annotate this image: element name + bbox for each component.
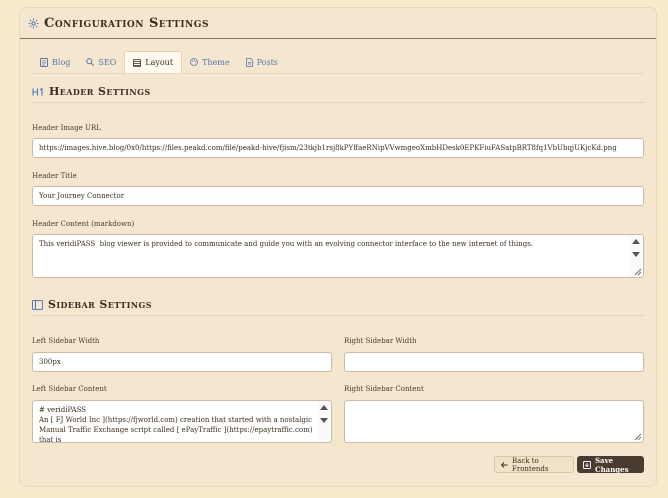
header-image-url-input[interactable]: https://images.hive.blog/0x0/https://fil…	[32, 138, 644, 158]
arrow-left-icon	[501, 461, 508, 468]
header-image-url-label: Header Image URL	[32, 124, 101, 132]
save-changes-button[interactable]: Save Changes	[577, 455, 644, 474]
header-title-input[interactable]: Your Journey Connector	[32, 186, 644, 206]
header-content-text: This veridiPASS blog viewer is provided …	[39, 240, 534, 248]
right-sidebar-width-label: Right Sidebar Width	[344, 337, 417, 345]
tab-seo[interactable]: SEO	[78, 51, 124, 73]
sidebar-icon	[32, 299, 43, 310]
header-content-textarea[interactable]: This veridiPASS blog viewer is provided …	[32, 234, 644, 278]
right-sidebar-content-textarea[interactable]	[344, 400, 644, 443]
tab-layout[interactable]: Layout	[124, 51, 183, 73]
scroll-down-arrow-icon[interactable]	[632, 252, 640, 257]
scroll-up-arrow-icon[interactable]	[320, 405, 328, 410]
sidebar-settings-title: Sidebar Settings	[48, 298, 152, 311]
tab-posts-label: Posts	[256, 57, 278, 67]
tab-blog-label: Blog	[52, 57, 71, 67]
left-sidebar-width-label: Left Sidebar Width	[32, 337, 100, 345]
tab-theme[interactable]: Theme	[182, 51, 238, 73]
back-to-frontends-label: Back to Frontends	[512, 456, 549, 473]
document-icon	[40, 57, 48, 67]
tabs-divider	[32, 73, 644, 74]
sidebar-settings-heading: Sidebar Settings	[32, 298, 152, 311]
tab-posts[interactable]: Posts	[238, 51, 286, 73]
back-to-frontends-button[interactable]: Back to Frontends	[494, 456, 574, 473]
search-icon	[86, 58, 95, 66]
tab-theme-label: Theme	[202, 57, 230, 67]
resize-handle-icon[interactable]	[634, 268, 642, 276]
resize-handle-icon[interactable]	[634, 433, 642, 441]
sidebar-settings-rule	[32, 315, 644, 316]
left-sidebar-content-textarea[interactable]: # veridiPASS An [ FJ World Inc ](https:/…	[32, 400, 332, 443]
header-title-label: Header Title	[32, 172, 77, 180]
save-icon	[583, 460, 591, 469]
page-title: Configuration Settings	[44, 15, 209, 31]
header-content-label: Header Content (markdown)	[32, 220, 135, 228]
header-settings-title: Header Settings	[49, 85, 151, 98]
save-changes-label: Save Changes	[595, 455, 629, 474]
layout-icon	[133, 58, 142, 67]
configuration-panel: Configuration Settings Blog SEO Layout T…	[20, 8, 656, 486]
heading-h1-icon	[32, 87, 44, 96]
tab-layout-label: Layout	[145, 58, 174, 67]
left-sidebar-content-label: Left Sidebar Content	[32, 385, 107, 393]
file-icon	[245, 57, 253, 67]
header-settings-heading: Header Settings	[32, 85, 151, 98]
right-sidebar-content-label: Right Sidebar Content	[344, 385, 424, 393]
scroll-up-arrow-icon[interactable]	[632, 239, 640, 244]
gear-icon	[28, 18, 39, 29]
palette-icon	[190, 58, 198, 66]
left-sidebar-scrollbar[interactable]	[318, 402, 330, 441]
header-settings-rule	[32, 102, 644, 103]
scroll-down-arrow-icon[interactable]	[320, 418, 328, 423]
panel-header: Configuration Settings	[20, 8, 656, 39]
right-sidebar-width-input[interactable]	[344, 352, 644, 372]
tab-blog[interactable]: Blog	[32, 51, 78, 73]
settings-tabs: Blog SEO Layout Theme Posts	[32, 51, 286, 73]
left-sidebar-width-input[interactable]: 300px	[32, 352, 332, 372]
left-sidebar-content-text: # veridiPASS An [ FJ World Inc ](https:/…	[39, 406, 313, 443]
tab-seo-label: SEO	[98, 57, 117, 67]
